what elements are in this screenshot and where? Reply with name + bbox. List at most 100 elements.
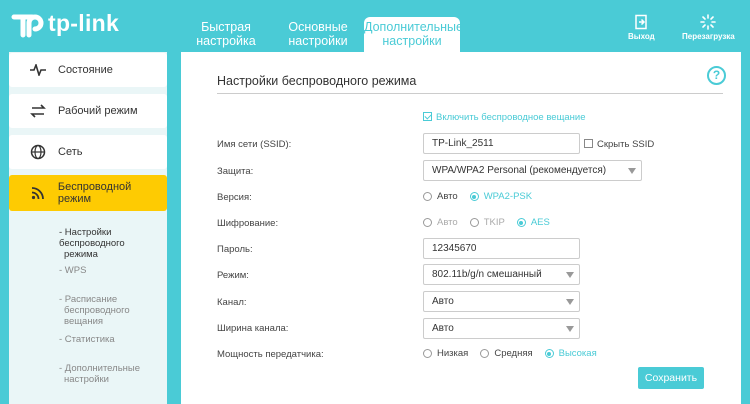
reboot-button[interactable]: Перезагрузка: [682, 14, 735, 41]
version-radio-wpa2psk[interactable]: WPA2-PSK: [469, 191, 533, 202]
submenu-label-line2: режима: [64, 249, 98, 260]
sidebar-item-label: Сеть: [58, 146, 83, 158]
page-title: Настройки беспроводного режима: [217, 74, 417, 88]
submenu-item-schedule[interactable]: - Расписание беспроводного вещания: [59, 294, 169, 327]
submenu-label-line1: - WPS: [59, 265, 87, 276]
submenu-label-line1: - Расписание: [59, 294, 118, 305]
channel-value: Авто: [432, 296, 454, 307]
reboot-icon: [700, 14, 717, 30]
radio-label: WPA2-PSK: [483, 191, 533, 202]
pulse-icon: [29, 61, 47, 79]
encryption-radio-auto[interactable]: Авто: [423, 217, 458, 228]
password-input[interactable]: 12345670: [423, 238, 580, 259]
chevron-down-icon: [628, 168, 636, 174]
radio-selected-icon: [469, 192, 479, 201]
radio-label: Авто: [437, 191, 458, 202]
radio-label: AES: [530, 217, 550, 228]
sidebar-item-label: Беспроводной режим: [57, 181, 132, 205]
logout-icon: [635, 14, 648, 30]
help-icon[interactable]: ?: [707, 66, 726, 85]
exchange-icon: [29, 102, 47, 120]
tab-advanced[interactable]: Дополнительные настройки: [364, 17, 463, 52]
submenu-item-wireless-settings[interactable]: - Настройки беспроводного режима: [59, 227, 169, 260]
globe-icon: [29, 143, 47, 161]
sidebar-item-operation-mode[interactable]: Рабочий режим: [9, 94, 167, 128]
radio-selected-icon: [544, 349, 554, 358]
ssid-label: Имя сети (SSID):: [217, 139, 292, 150]
submenu-item-wps[interactable]: - WPS: [59, 265, 169, 276]
encryption-label: Шифрование:: [217, 218, 279, 229]
ssid-input[interactable]: TP-Link_2511: [423, 133, 580, 154]
reboot-label: Перезагрузка: [682, 32, 735, 41]
main-content: Настройки беспроводного режима ? Включит…: [181, 52, 741, 404]
submenu-label-line1: - Дополнительные: [59, 363, 141, 374]
radio-label: Высокая: [558, 348, 597, 359]
submenu-label-line1: - Статистика: [59, 334, 115, 345]
tx-power-label: Мощность передатчика:: [217, 349, 324, 360]
hide-ssid-checkbox[interactable]: Скрыть SSID: [584, 139, 654, 150]
mode-label: Режим:: [217, 270, 249, 281]
chevron-down-icon: [566, 272, 574, 278]
title-divider: [217, 93, 723, 94]
channel-width-value: Авто: [432, 323, 454, 334]
channel-width-select[interactable]: Авто: [423, 318, 580, 339]
mode-value: 802.11b/g/n смешанный: [432, 269, 542, 280]
radio-selected-icon: [516, 218, 526, 227]
mode-select[interactable]: 802.11b/g/n смешанный: [423, 264, 580, 285]
save-button[interactable]: Сохранить: [638, 367, 704, 389]
tx-power-radio-group: Низкая Средняя Высокая: [423, 348, 609, 359]
version-label: Версия:: [217, 192, 252, 203]
submenu-item-advanced[interactable]: - Дополнительные настройки: [59, 363, 169, 385]
checkbox-unchecked-icon: [584, 139, 593, 148]
sidebar-item-network[interactable]: Сеть: [9, 135, 167, 169]
tab-label-line1: Быстрая: [201, 20, 251, 34]
tx-power-radio-medium[interactable]: Средняя: [480, 348, 533, 359]
version-radio-auto[interactable]: Авто: [423, 191, 458, 202]
tab-label-line2: настройка: [196, 34, 256, 48]
logout-label: Выход: [628, 32, 655, 41]
chevron-down-icon: [566, 326, 574, 332]
tab-basic[interactable]: Основные настройки: [272, 17, 364, 49]
channel-select[interactable]: Авто: [423, 291, 580, 312]
logo-text: tp-link: [48, 9, 120, 36]
security-label: Защита:: [217, 166, 254, 177]
wireless-icon: [29, 184, 47, 202]
tab-label-line1: Основные: [288, 20, 348, 34]
submenu-label-line2: настройки: [64, 374, 109, 385]
security-select[interactable]: WPA/WPA2 Personal (рекомендуется): [423, 160, 642, 181]
version-radio-group: Авто WPA2-PSK: [423, 191, 544, 202]
radio-icon: [480, 349, 490, 358]
sidebar: Состояние Рабочий режим Сеть Беспроводно…: [9, 52, 167, 404]
tp-link-logo-icon: [11, 14, 44, 38]
tx-power-radio-high[interactable]: Высокая: [544, 348, 597, 359]
encryption-radio-tkip[interactable]: TKIP: [469, 217, 505, 228]
tp-link-logo[interactable]: tp-link: [8, 5, 119, 41]
radio-icon: [469, 218, 479, 227]
radio-label: TKIP: [483, 217, 505, 228]
enable-broadcast-checkbox[interactable]: Включить беспроводное вещание: [423, 112, 586, 123]
radio-label: Авто: [437, 217, 458, 228]
logout-button[interactable]: Выход: [628, 14, 655, 41]
chevron-down-icon: [566, 299, 574, 305]
top-tabs: Быстрая настройка Основные настройки Доп…: [180, 17, 463, 52]
header: tp-link Быстрая настройка Основные настр…: [0, 0, 750, 52]
submenu-label-line2: беспроводного вещания: [64, 305, 130, 327]
encryption-radio-aes[interactable]: AES: [516, 217, 550, 228]
hide-ssid-label: Скрыть SSID: [597, 139, 655, 150]
tab-label-line2: настройки: [288, 34, 348, 48]
sidebar-item-label: Состояние: [58, 64, 113, 76]
radio-icon: [423, 192, 432, 201]
submenu-item-statistics[interactable]: - Статистика: [59, 334, 169, 345]
enable-broadcast-label: Включить беспроводное вещание: [436, 112, 586, 123]
encryption-radio-group: Авто TKIP AES: [423, 217, 562, 228]
sidebar-item-wireless[interactable]: Беспроводной режим: [9, 175, 167, 211]
radio-label: Средняя: [494, 348, 533, 359]
sidebar-item-label: Рабочий режим: [58, 105, 138, 117]
tab-quick-setup[interactable]: Быстрая настройка: [180, 17, 272, 49]
radio-icon: [423, 349, 432, 358]
sidebar-item-status[interactable]: Состояние: [9, 53, 167, 87]
tx-power-radio-low[interactable]: Низкая: [423, 348, 468, 359]
channel-width-label: Ширина канала:: [217, 323, 289, 334]
checkbox-checked-icon: [423, 112, 432, 121]
tab-label-line2: настройки: [382, 34, 442, 48]
